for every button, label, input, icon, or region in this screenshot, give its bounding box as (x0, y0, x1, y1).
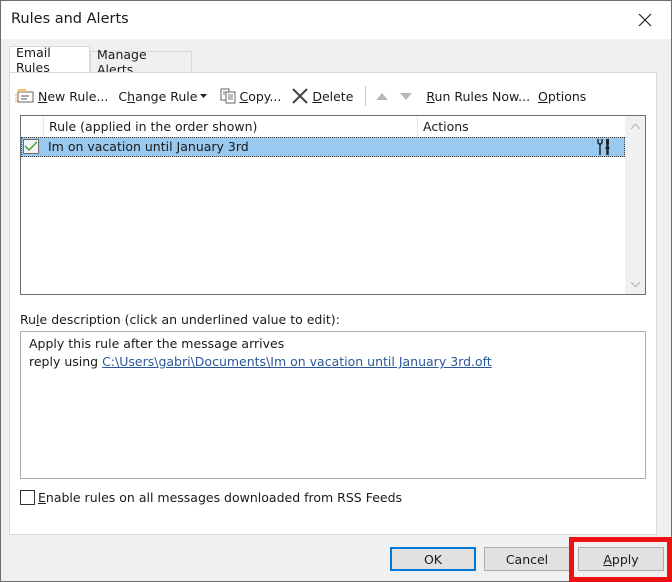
delete-rule-button[interactable]: Delete (291, 88, 353, 104)
chevron-up-icon (630, 123, 640, 129)
chevron-down-icon (630, 281, 640, 287)
copy-rule-button[interactable]: Copy... (220, 88, 281, 104)
ok-button[interactable]: OK (390, 547, 476, 571)
new-rule-button[interactable]: New Rule... (15, 88, 108, 104)
enable-rss-rules-checkbox[interactable] (20, 490, 35, 505)
change-rule-dropdown[interactable]: Change Rule (118, 89, 210, 104)
template-path-link[interactable]: C:\Users\gabri\Documents\Im on vacation … (102, 354, 492, 369)
cancel-button[interactable]: Cancel (484, 547, 570, 571)
scroll-down-button[interactable] (625, 274, 645, 294)
move-down-icon (400, 92, 413, 100)
rules-list-scrollbar[interactable] (625, 116, 645, 294)
tab-manage-alerts[interactable]: Manage Alerts (90, 47, 192, 77)
description-condition: Apply this rule after the message arrive… (29, 336, 285, 351)
tab-email-rules[interactable]: Email Rules (9, 45, 90, 75)
dialog-title: Rules and Alerts (11, 11, 129, 27)
rule-actions-icon[interactable] (595, 138, 613, 159)
enable-rss-rules-label: Enable rules on all messages downloaded … (38, 490, 403, 505)
move-up-icon (376, 92, 389, 100)
rule-row[interactable]: Im on vacation until January 3rd (21, 137, 625, 157)
column-header-rule[interactable]: Rule (applied in the order shown) (43, 116, 417, 137)
column-header-actions[interactable]: Actions (417, 116, 625, 137)
close-button[interactable] (631, 7, 659, 33)
copy-icon (220, 88, 236, 104)
run-rules-now-button[interactable]: Run Rules Now... (426, 89, 530, 104)
rule-name: Im on vacation until January 3rd (48, 139, 249, 154)
rules-list[interactable]: Rule (applied in the order shown) Action… (20, 115, 646, 295)
enable-rss-rules-option[interactable]: Enable rules on all messages downloaded … (20, 490, 402, 505)
delete-x-icon (291, 88, 309, 104)
move-down-button[interactable] (400, 92, 413, 100)
new-rule-icon (15, 88, 35, 104)
rule-description-box: Apply this rule after the message arrive… (20, 331, 646, 479)
rule-description-label: Rule description (click an underlined va… (20, 312, 340, 327)
rules-and-alerts-dialog: Rules and Alerts Email Rules Manage Aler… (0, 0, 672, 582)
rules-toolbar: New Rule... Change Rule Copy... Delete R… (15, 85, 596, 107)
rules-list-header: Rule (applied in the order shown) Action… (21, 116, 625, 138)
scroll-up-button[interactable] (625, 116, 645, 136)
dropdown-caret-icon (200, 94, 208, 98)
options-button[interactable]: Options (538, 89, 586, 104)
toolbar-separator (365, 86, 367, 106)
checkmark-icon (24, 141, 38, 151)
apply-button[interactable]: Apply (578, 547, 664, 571)
column-header-enabled[interactable] (21, 116, 43, 137)
description-action: reply using C:\Users\gabri\Documents\Im … (29, 354, 492, 369)
title-bar: Rules and Alerts (1, 1, 671, 39)
rule-enabled-checkbox[interactable] (23, 139, 39, 154)
close-icon (638, 13, 652, 27)
move-up-button[interactable] (376, 92, 389, 100)
